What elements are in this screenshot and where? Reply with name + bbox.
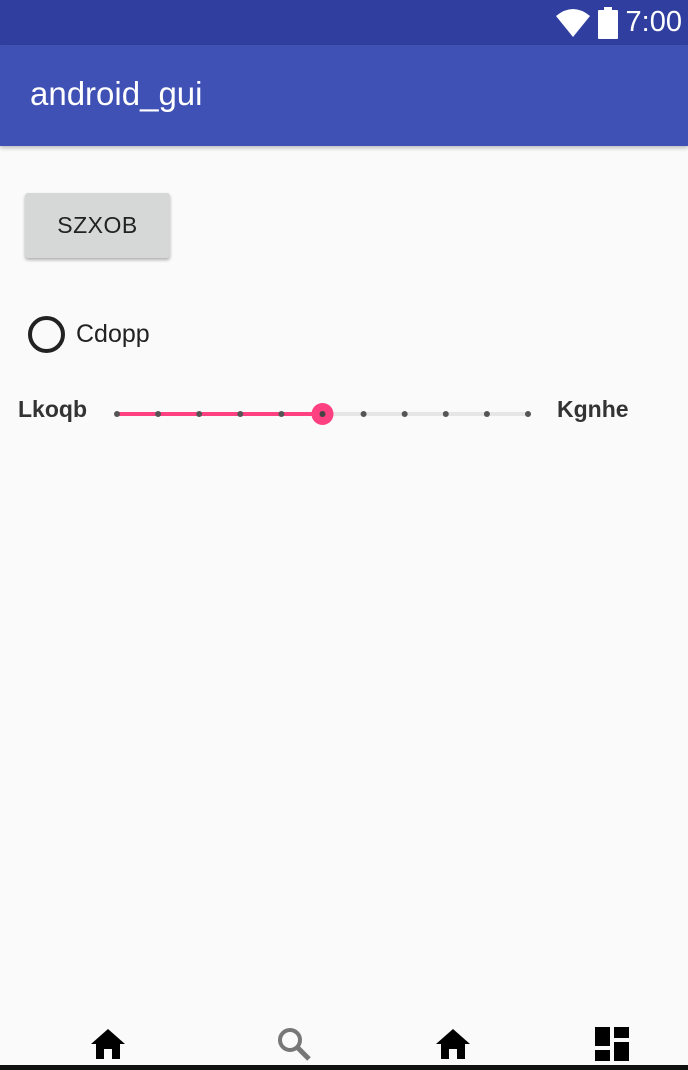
seekbar-tick	[278, 411, 285, 417]
seekbar-tick	[442, 411, 449, 417]
seekbar-min-label: Lkoqb	[18, 396, 87, 422]
nav-search-button[interactable]	[272, 1026, 316, 1062]
seekbar-max-label: Kgnhe	[557, 396, 629, 422]
status-bar: 7:00	[0, 0, 688, 45]
seekbar-tick	[525, 411, 531, 417]
wifi-icon	[555, 8, 590, 37]
nav-dashboard-button[interactable]	[590, 1026, 634, 1062]
home-icon	[91, 1029, 125, 1059]
seekbar-tick	[196, 411, 203, 417]
status-time: 7:00	[625, 6, 682, 38]
battery-icon	[597, 6, 618, 39]
szxob-button[interactable]: SZXOB	[25, 193, 170, 258]
bottom-navigation	[0, 1026, 688, 1070]
seekbar-tick	[360, 411, 367, 417]
status-icons: 7:00	[555, 4, 682, 41]
home-icon	[436, 1029, 470, 1059]
nav-home-button-2[interactable]	[431, 1026, 475, 1062]
seekbar[interactable]	[110, 396, 538, 432]
seekbar-tick	[483, 411, 490, 417]
app-bar: android_gui	[0, 45, 688, 146]
main-content: SZXOB Cdopp Lkoqb Kgnhe	[0, 146, 688, 1026]
nav-home-button[interactable]	[86, 1026, 130, 1062]
seekbar-tick	[114, 411, 120, 417]
radio-circle-icon[interactable]	[28, 315, 65, 353]
seekbar-tick	[401, 411, 408, 417]
nav-divider	[0, 1065, 688, 1070]
seekbar-tick	[155, 411, 162, 417]
radio-label: Cdopp	[76, 319, 150, 348]
search-icon	[278, 1028, 311, 1061]
radio-option[interactable]: Cdopp	[28, 314, 150, 354]
seekbar-tick	[237, 411, 244, 417]
app-title: android_gui	[30, 75, 203, 112]
seekbar-thumb-dot	[319, 411, 326, 417]
dashboard-icon	[595, 1027, 629, 1061]
